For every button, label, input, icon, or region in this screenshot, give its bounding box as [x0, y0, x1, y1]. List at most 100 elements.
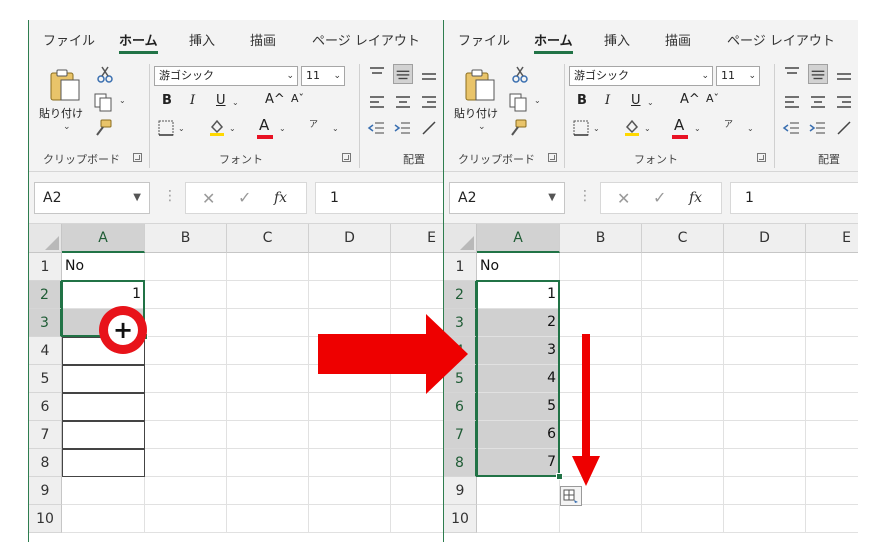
cell-b1[interactable]: [560, 253, 642, 281]
font-name-select[interactable]: 游ゴシック ⌄: [569, 66, 713, 86]
cell-b2[interactable]: [145, 281, 227, 309]
fill-color-dropdown-icon[interactable]: ⌄: [229, 124, 236, 133]
cell-d7[interactable]: [724, 421, 806, 449]
column-header-b[interactable]: B: [560, 224, 642, 253]
cell-d7[interactable]: [309, 421, 391, 449]
auto-fill-options-button[interactable]: [560, 486, 582, 506]
cell-a1[interactable]: No: [477, 253, 560, 281]
cell-d1[interactable]: [309, 253, 391, 281]
phonetic-guide-icon[interactable]: ア: [309, 117, 318, 130]
row-header[interactable]: 9: [444, 477, 477, 505]
cell-d10[interactable]: [724, 505, 806, 533]
cell-c9[interactable]: [642, 477, 724, 505]
cell-d10[interactable]: [309, 505, 391, 533]
grow-font-button[interactable]: A^: [680, 92, 700, 107]
cut-icon[interactable]: [510, 64, 530, 84]
cell-c10[interactable]: [227, 505, 309, 533]
align-left-icon[interactable]: [367, 92, 387, 112]
select-all-button[interactable]: [29, 224, 62, 253]
row-header[interactable]: 2: [29, 281, 62, 309]
insert-function-icon[interactable]: fx: [689, 190, 702, 206]
cell-b3[interactable]: [560, 309, 642, 337]
formula-bar-grip-icon[interactable]: ⋮: [578, 188, 592, 204]
tab-home[interactable]: ホーム: [119, 30, 158, 54]
borders-dropdown-icon[interactable]: ⌄: [593, 124, 600, 133]
align-center-icon[interactable]: [393, 92, 413, 112]
cell-c10[interactable]: [642, 505, 724, 533]
column-header-d[interactable]: D: [309, 224, 391, 253]
cell-a6[interactable]: [62, 393, 145, 421]
cell-b4[interactable]: [145, 337, 227, 365]
paste-label[interactable]: 貼り付け: [454, 105, 498, 121]
column-header-e[interactable]: E: [806, 224, 858, 253]
font-color-dropdown-icon[interactable]: ⌄: [694, 124, 701, 133]
borders-icon[interactable]: [571, 118, 591, 138]
cell-d8[interactable]: [309, 449, 391, 477]
tab-file[interactable]: ファイル: [458, 30, 510, 49]
tab-home[interactable]: ホーム: [534, 30, 573, 54]
tab-draw[interactable]: 描画: [665, 30, 691, 49]
cell-d6[interactable]: [309, 393, 391, 421]
tab-draw[interactable]: 描画: [250, 30, 276, 49]
cell-b10[interactable]: [560, 505, 642, 533]
align-left-icon[interactable]: [782, 92, 802, 112]
cell-d2[interactable]: [309, 281, 391, 309]
cell-a4[interactable]: 3: [477, 337, 560, 365]
decrease-indent-icon[interactable]: [782, 118, 802, 138]
cell-a2[interactable]: 1: [477, 281, 560, 309]
row-header[interactable]: 2: [444, 281, 477, 309]
increase-indent-icon[interactable]: [393, 118, 413, 138]
insert-function-icon[interactable]: fx: [274, 190, 287, 206]
font-launcher-icon[interactable]: [757, 153, 766, 162]
grow-font-button[interactable]: A^: [265, 92, 285, 107]
cell-b5[interactable]: [145, 365, 227, 393]
select-all-button[interactable]: [444, 224, 477, 253]
cell-a5[interactable]: [62, 365, 145, 393]
cell-c3[interactable]: [227, 309, 309, 337]
shrink-font-button[interactable]: Aˇ: [291, 92, 304, 105]
cell-e6[interactable]: [806, 393, 858, 421]
underline-button[interactable]: U: [216, 93, 226, 108]
chevron-down-icon[interactable]: ▼: [548, 183, 556, 213]
cancel-icon[interactable]: ✕: [202, 189, 215, 208]
shrink-font-button[interactable]: Aˇ: [706, 92, 719, 105]
cell-c2[interactable]: [642, 281, 724, 309]
align-top-icon[interactable]: [782, 64, 802, 84]
row-header[interactable]: 8: [444, 449, 477, 477]
align-right-icon[interactable]: [419, 92, 439, 112]
cell-a1[interactable]: No: [62, 253, 145, 281]
align-middle-icon[interactable]: [393, 64, 413, 84]
cell-b1[interactable]: [145, 253, 227, 281]
paste-dropdown-icon[interactable]: ⌄: [478, 122, 486, 132]
column-header-c[interactable]: C: [642, 224, 724, 253]
cell-c7[interactable]: [227, 421, 309, 449]
cell-c3[interactable]: [642, 309, 724, 337]
fill-color-dropdown-icon[interactable]: ⌄: [644, 124, 651, 133]
cell-a8[interactable]: 7: [477, 449, 560, 477]
cell-e9[interactable]: [391, 477, 444, 505]
italic-button[interactable]: I: [190, 93, 195, 108]
chevron-down-icon[interactable]: ▼: [133, 183, 141, 213]
cell-a5[interactable]: 4: [477, 365, 560, 393]
cell-e1[interactable]: [806, 253, 858, 281]
phonetic-dropdown-icon[interactable]: ⌄: [747, 124, 754, 133]
formula-bar-grip-icon[interactable]: ⋮: [163, 188, 177, 204]
underline-button[interactable]: U: [631, 93, 641, 108]
align-right-icon[interactable]: [834, 92, 854, 112]
underline-dropdown-icon[interactable]: ⌄: [232, 98, 239, 107]
bold-button[interactable]: B: [577, 93, 587, 108]
cell-c5[interactable]: [227, 365, 309, 393]
cell-e10[interactable]: [806, 505, 858, 533]
column-header-c[interactable]: C: [227, 224, 309, 253]
cell-b2[interactable]: [560, 281, 642, 309]
copy-icon[interactable]: [508, 92, 528, 112]
cell-a10[interactable]: [62, 505, 145, 533]
cell-a9[interactable]: [62, 477, 145, 505]
align-top-icon[interactable]: [367, 64, 387, 84]
cell-a6[interactable]: 5: [477, 393, 560, 421]
row-header[interactable]: 1: [29, 253, 62, 281]
row-header[interactable]: 4: [29, 337, 62, 365]
cell-c8[interactable]: [642, 449, 724, 477]
cell-d5[interactable]: [724, 365, 806, 393]
cell-b9[interactable]: [145, 477, 227, 505]
